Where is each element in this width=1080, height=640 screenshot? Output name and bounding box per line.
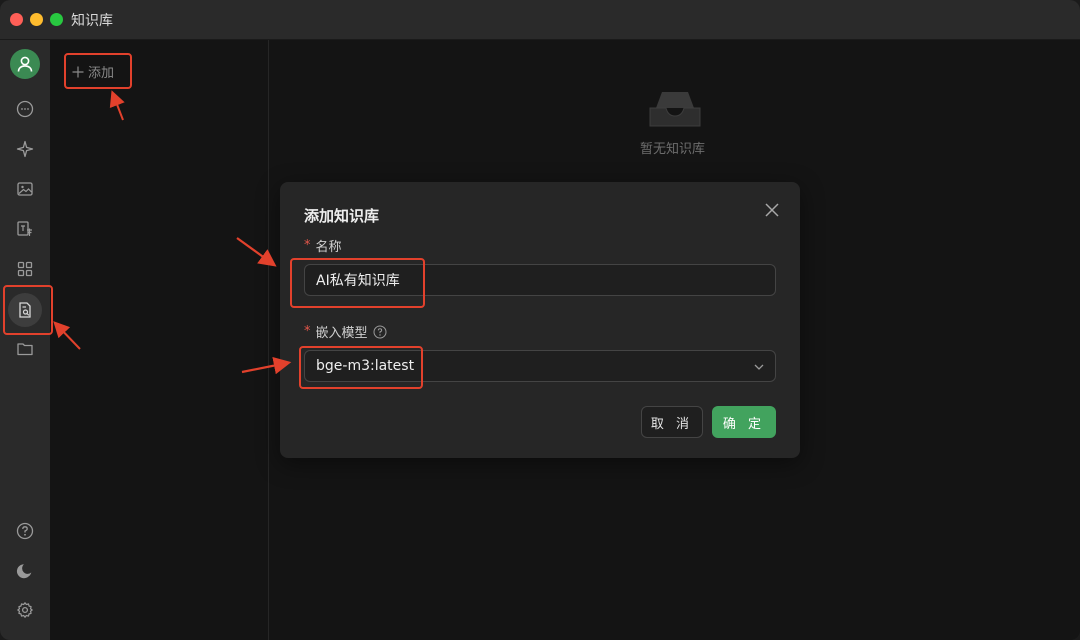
minimize-window-button[interactable] bbox=[30, 13, 43, 26]
name-label-text: 名称 bbox=[315, 240, 342, 255]
empty-state-text: 暂无知识库 bbox=[640, 142, 706, 157]
knowledge-icon[interactable] bbox=[15, 300, 35, 320]
help-circle-icon[interactable] bbox=[373, 325, 387, 339]
name-input-value: AI私有知识库 bbox=[316, 273, 400, 289]
name-label: * 名称 bbox=[304, 236, 342, 255]
name-input[interactable]: AI私有知识库 bbox=[304, 264, 776, 296]
app-window: 知识库 添加 暂无知识库 添加知识库 * 名称 AI私有知识库 * 嵌入模型 b… bbox=[0, 0, 1080, 640]
cancel-button[interactable]: 取 消 bbox=[641, 406, 703, 438]
settings-icon[interactable] bbox=[15, 600, 35, 620]
dialog-title: 添加知识库 bbox=[304, 207, 380, 225]
help-icon[interactable] bbox=[15, 521, 35, 541]
required-mark: * bbox=[304, 324, 311, 339]
image-icon[interactable] bbox=[15, 179, 35, 199]
user-avatar[interactable] bbox=[10, 49, 40, 79]
chat-icon[interactable] bbox=[15, 99, 35, 119]
folder-icon[interactable] bbox=[15, 339, 35, 359]
close-icon[interactable] bbox=[764, 202, 780, 218]
translate-icon[interactable] bbox=[15, 219, 35, 239]
model-label-text: 嵌入模型 bbox=[315, 326, 368, 341]
add-knowledge-dialog: 添加知识库 * 名称 AI私有知识库 * 嵌入模型 bge-m3:latest … bbox=[280, 182, 800, 458]
required-mark: * bbox=[304, 238, 311, 253]
model-label: * 嵌入模型 bbox=[304, 322, 387, 341]
add-knowledge-button[interactable]: 添加 bbox=[72, 62, 114, 81]
user-icon bbox=[17, 56, 33, 72]
model-select[interactable]: bge-m3:latest bbox=[304, 350, 776, 382]
apps-icon[interactable] bbox=[15, 259, 35, 279]
empty-inbox-icon bbox=[646, 86, 704, 134]
sparkle-icon[interactable] bbox=[15, 139, 35, 159]
zoom-window-button[interactable] bbox=[50, 13, 63, 26]
close-window-button[interactable] bbox=[10, 13, 23, 26]
sidebar bbox=[0, 40, 50, 640]
knowledge-list-panel bbox=[50, 40, 269, 640]
window-title: 知识库 bbox=[71, 13, 113, 29]
confirm-button[interactable]: 确 定 bbox=[712, 406, 776, 438]
chevron-down-icon bbox=[754, 364, 764, 370]
theme-icon[interactable] bbox=[15, 561, 35, 581]
titlebar: 知识库 bbox=[0, 0, 1080, 40]
plus-icon bbox=[72, 66, 84, 77]
add-knowledge-label: 添加 bbox=[88, 66, 115, 81]
model-select-value: bge-m3:latest bbox=[316, 358, 415, 374]
